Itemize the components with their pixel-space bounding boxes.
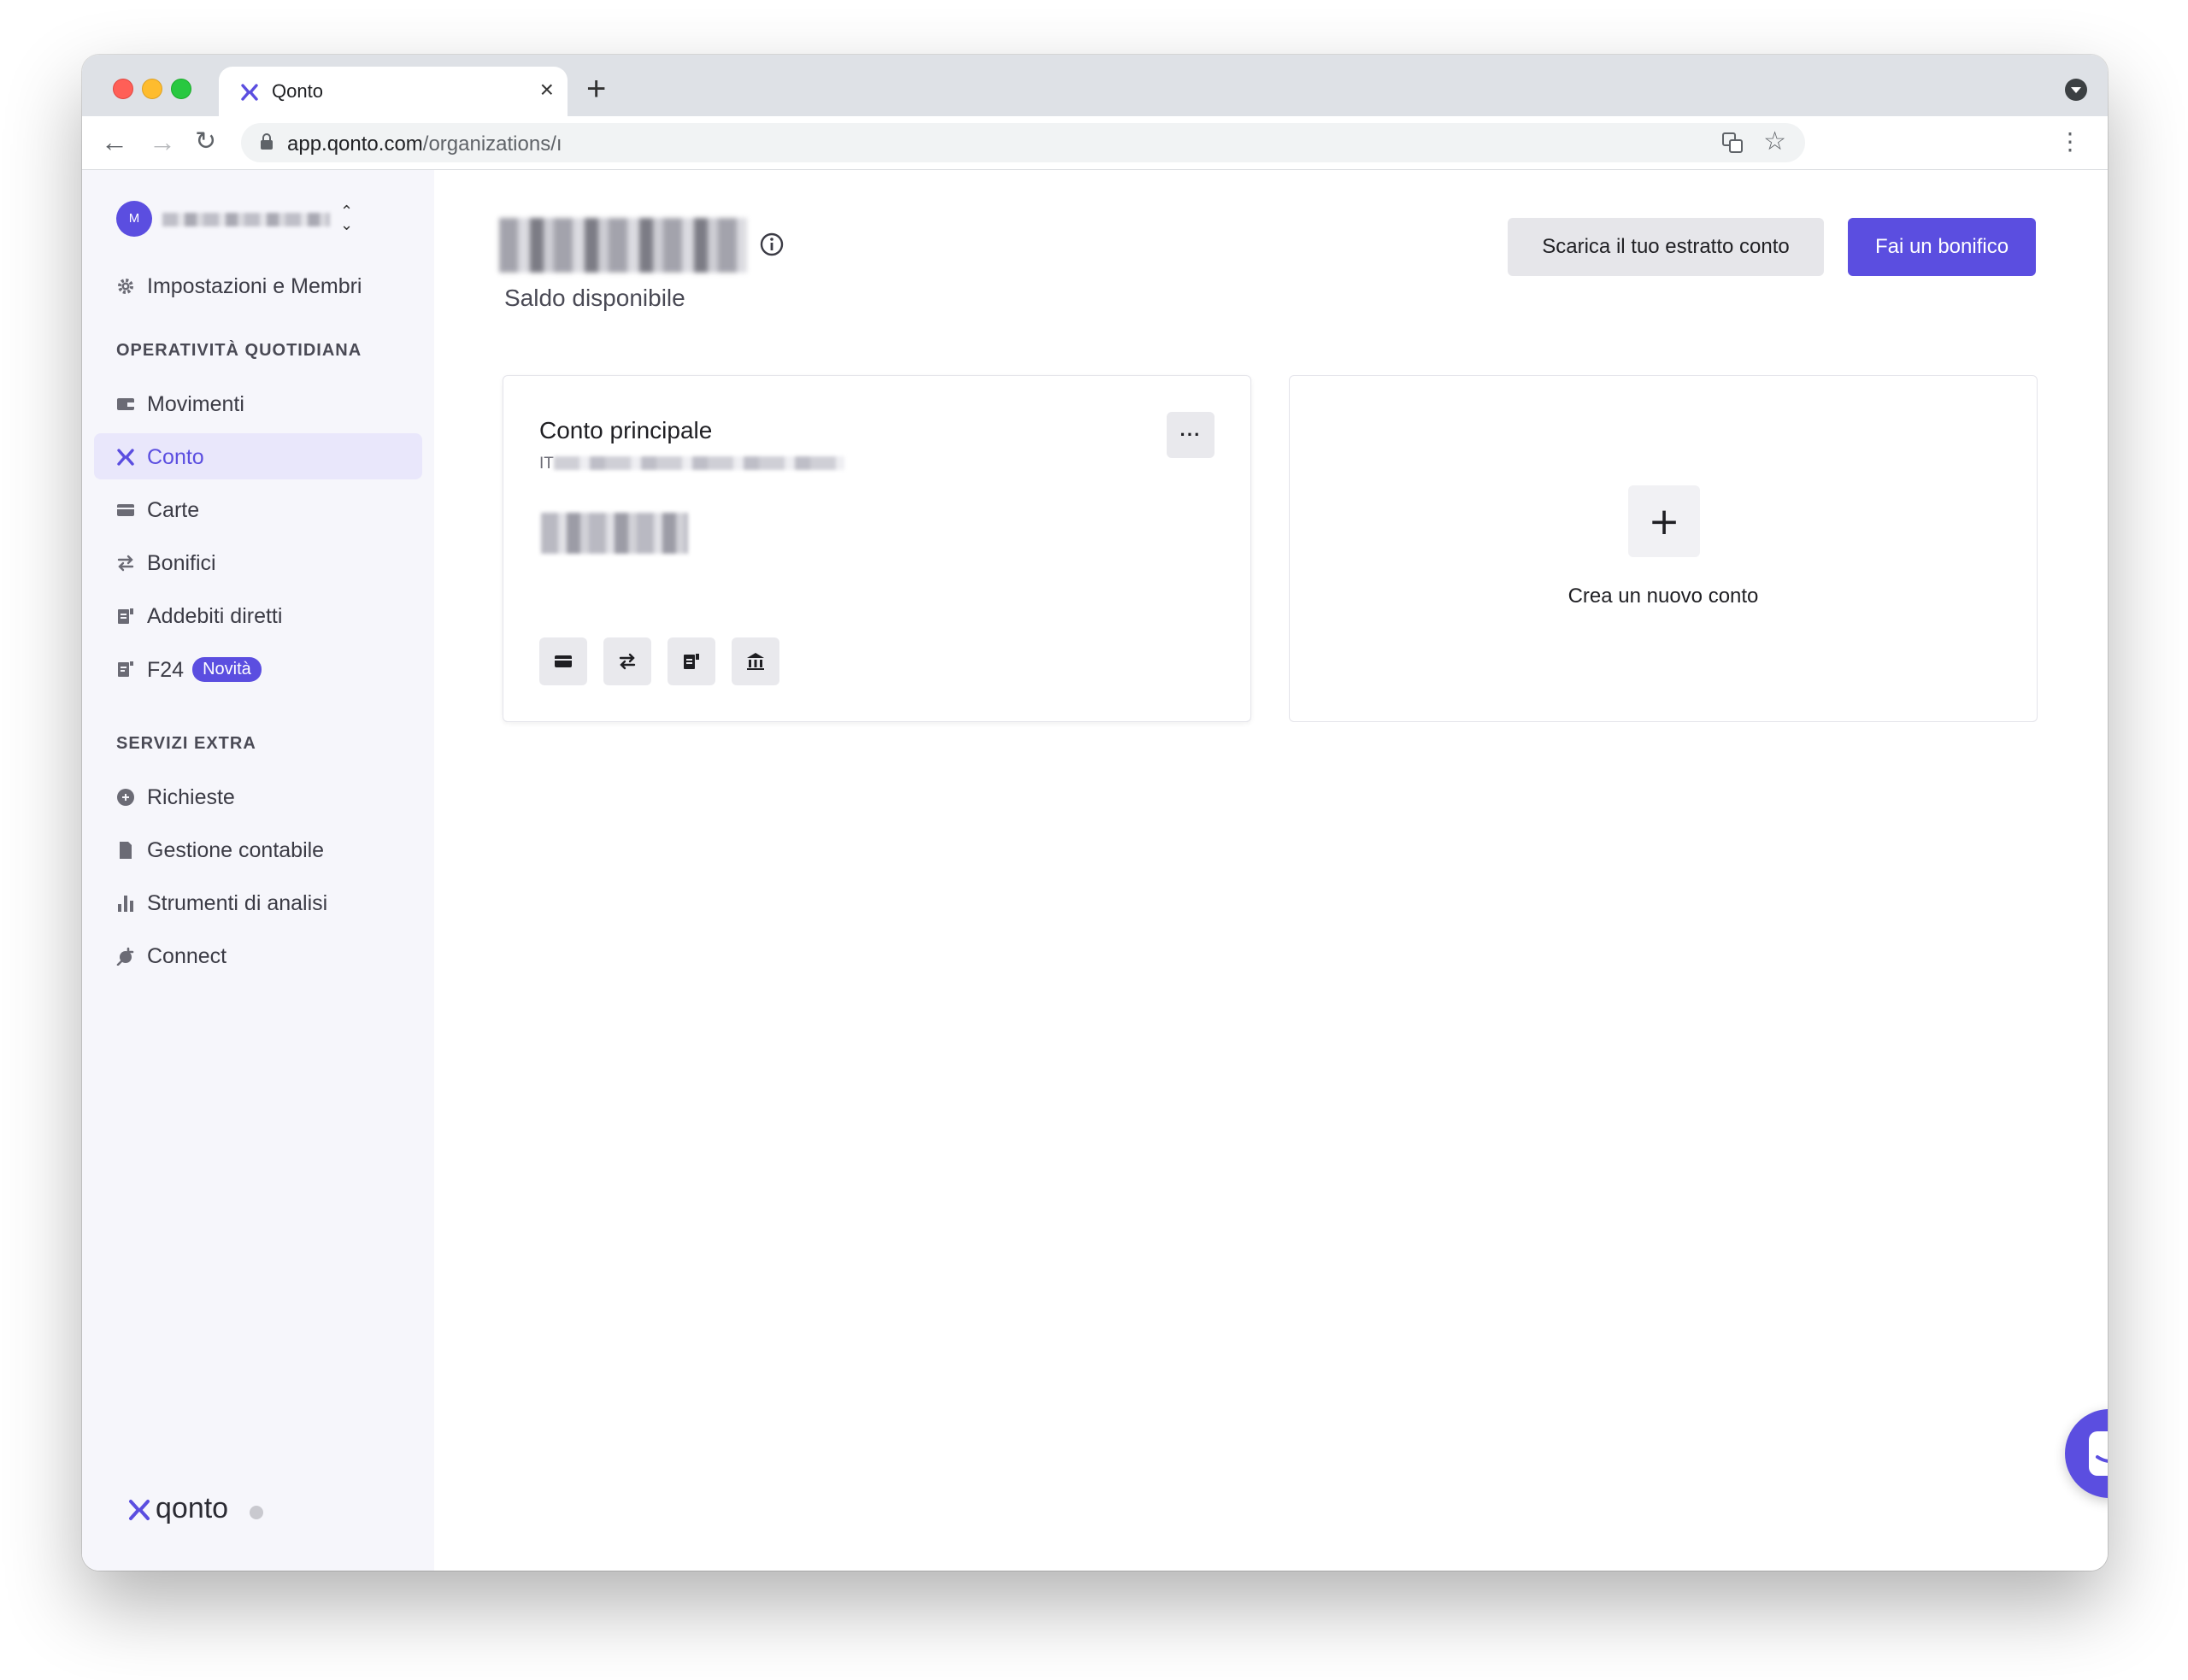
sidebar-item-label: F24 Novità [147,657,262,683]
sidebar-item-settings[interactable]: Impostazioni e Membri [94,262,422,308]
brand-wordmark: qonto [156,1492,229,1524]
iban-redacted [553,456,844,470]
tab-strip: Qonto × + [82,55,2108,116]
bank-icon [747,653,764,670]
card-icon [555,655,572,667]
url-text: app.qonto.com/organizations/ı [287,132,562,156]
section-title-daily: OPERATIVITÀ QUOTIDIANA [116,341,362,360]
minimize-window-button[interactable] [142,79,162,99]
url-path: /organizations/ı [422,132,562,156]
lock-icon [261,133,273,150]
account-menu-button[interactable]: ··· [1167,412,1215,458]
forward-arrow-icon[interactable]: → [149,125,176,159]
direct-debit-icon [118,608,133,624]
org-name-redacted [162,213,330,226]
account-direct-debit-button[interactable] [668,637,715,685]
gear-icon [118,279,133,294]
section-title-extra: SERVIZI EXTRA [116,734,256,753]
browser-window: Qonto × + ← → ↻ app.qonto.com/organizati… [82,55,2108,1571]
f24-document-icon [118,661,133,677]
sidebar-item-conto[interactable]: Conto [94,433,422,479]
account-cards-button[interactable] [539,637,587,685]
account-balance-redacted [541,513,688,554]
qonto-logo-icon [129,1500,150,1520]
qonto-app: M ⌃ ⌄ Impostazioni e Membri OPERATIVITÀ Q… [82,170,2108,1571]
browser-toolbar: ← → ↻ app.qonto.com/organizations/ı ☆ ⋮ [82,116,2108,170]
download-statement-button[interactable]: Scarica il tuo estratto conto [1508,218,1824,276]
maximize-window-button[interactable] [171,79,191,99]
card-icon [117,504,134,516]
sidebar-item-bonifici[interactable]: Bonifici [94,539,422,585]
back-arrow-icon[interactable]: ← [101,125,128,159]
sidebar-item-gestione-contabile[interactable]: Gestione contabile [94,826,422,872]
sidebar-item-label: Conto [147,445,204,469]
wallet-icon [117,398,134,410]
status-dot [250,1506,263,1519]
sidebar-item-f24[interactable]: F24 Novità [94,645,422,691]
direct-debit-icon [684,654,699,669]
balance-label: Saldo disponibile [504,285,685,311]
reload-icon[interactable]: ↻ [195,125,216,159]
translate-icon[interactable] [1721,132,1744,154]
qonto-favicon-icon [241,84,258,101]
plug-icon [116,947,134,966]
new-badge: Novità [192,657,262,682]
sidebar-item-label: Strumenti di analisi [147,891,328,915]
balance-amount-redacted [499,218,747,273]
sidebar: M ⌃ ⌄ Impostazioni e Membri OPERATIVITÀ Q… [82,170,434,1571]
add-account-button[interactable]: + [1628,485,1700,557]
chat-icon [2089,1431,2108,1476]
chat-bubble-icon [117,789,134,806]
sidebar-item-label: Movimenti [147,392,244,416]
transfer-arrows-icon [117,555,134,572]
sidebar-item-richieste[interactable]: Richieste [94,773,422,819]
sidebar-item-label: Impostazioni e Membri [147,274,362,298]
sidebar-item-addebiti-diretti[interactable]: Addebiti diretti [94,592,422,638]
account-transfer-button[interactable] [603,637,651,685]
account-title: Conto principale [539,417,713,443]
qonto-logo-icon [117,449,134,466]
url-host: app.qonto.com [287,132,423,156]
main-content: Saldo disponibile Scarica il tuo estratt… [434,170,2108,1571]
sidebar-item-label: Connect [147,944,227,968]
close-window-button[interactable] [113,79,133,99]
sidebar-item-label: Addebiti diretti [147,604,283,628]
info-icon[interactable] [759,232,785,257]
new-account-card[interactable]: + Crea un nuovo conto [1289,375,2038,722]
bar-chart-icon [118,896,133,912]
browser-menu-icon[interactable]: ⋮ [2058,126,2082,157]
browser-tab-qonto[interactable]: Qonto × [219,67,568,116]
tab-search-icon[interactable] [2065,79,2087,101]
document-icon [120,842,132,859]
transfer-arrows-icon [619,653,636,670]
bookmark-star-icon[interactable]: ☆ [1763,126,1786,156]
support-chat-button[interactable] [2065,1409,2108,1498]
new-account-label: Crea un nuovo conto [1567,584,1759,608]
org-avatar: M [116,201,152,237]
address-bar[interactable]: app.qonto.com/organizations/ı ☆ [241,123,1805,162]
account-iban: IT [539,455,844,473]
new-tab-button[interactable]: + [586,72,606,106]
sidebar-item-connect[interactable]: Connect [94,932,422,978]
f24-label: F24 [147,658,185,682]
chevron-up-down-icon: ⌃ ⌄ [340,203,354,233]
iban-prefix: IT [539,455,554,473]
sidebar-item-label: Richieste [147,785,235,809]
sidebar-item-strumenti-analisi[interactable]: Strumenti di analisi [94,879,422,925]
account-card[interactable]: Conto principale IT ··· [503,375,1251,722]
account-bank-details-button[interactable] [732,637,779,685]
close-tab-icon[interactable]: × [540,77,554,103]
sidebar-item-carte[interactable]: Carte [94,486,422,532]
sidebar-item-movimenti[interactable]: Movimenti [94,380,422,426]
tab-title: Qonto [272,80,323,102]
make-transfer-button[interactable]: Fai un bonifico [1848,218,2036,276]
sidebar-item-label: Gestione contabile [147,838,325,862]
sidebar-item-label: Carte [147,498,200,522]
sidebar-item-label: Bonifici [147,551,216,575]
